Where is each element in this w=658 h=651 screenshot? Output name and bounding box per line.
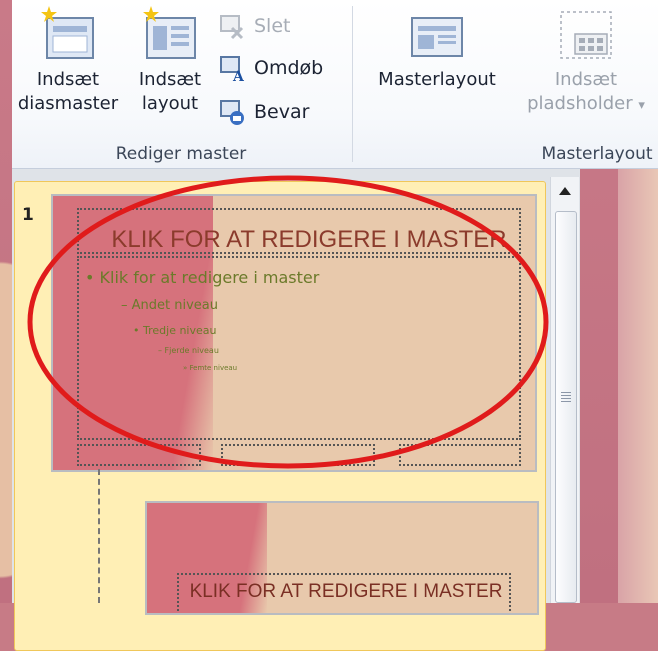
master-layout-icon [408, 4, 466, 64]
rename-button[interactable]: A Omdøb [218, 50, 323, 86]
ribbon: Indsæt diasmaster Indsæt layout Slet A O… [12, 0, 658, 169]
insert-layout-label-1: Indsæt [138, 69, 202, 90]
delete-label: Slet [254, 15, 291, 37]
grip-icon [561, 392, 571, 402]
insert-slide-master-button[interactable]: Indsæt diasmaster [14, 4, 122, 116]
delete-button[interactable]: Slet [218, 8, 290, 44]
dropdown-arrow-icon: ▾ [638, 98, 645, 113]
delete-icon [218, 12, 246, 40]
insert-layout-icon [141, 4, 199, 64]
group-separator [352, 6, 353, 162]
preserve-label: Bevar [254, 101, 310, 123]
insert-layout-label-2: layout [141, 93, 199, 114]
annotation-ellipse [27, 175, 549, 469]
insert-slide-master-icon [39, 4, 97, 64]
svg-text:A: A [232, 69, 245, 82]
slide-2-preview[interactable]: KLIK FOR AT REDIGERE I MASTER [145, 501, 539, 615]
group-label-rediger-master: Rediger master [115, 144, 247, 164]
scroll-up-icon[interactable] [555, 181, 575, 201]
master-layout-label: Masterlayout [378, 69, 496, 90]
insert-placeholder-label-2: pladsholder ▾ [527, 93, 645, 114]
group-label-masterlayout: Masterlayout [541, 144, 653, 164]
layout-connector-line [98, 469, 101, 603]
rename-label: Omdøb [254, 57, 324, 79]
slide-title: KLIK FOR AT REDIGERE I MASTER [189, 581, 503, 602]
scrollbar-thumb[interactable] [555, 211, 577, 603]
insert-slide-master-label-1: Indsæt [36, 69, 100, 90]
master-layout-button[interactable]: Masterlayout [362, 4, 512, 92]
preserve-icon [218, 98, 246, 126]
insert-placeholder-icon [557, 4, 615, 64]
insert-placeholder-button[interactable]: Indsæt pladsholder ▾ [516, 4, 656, 118]
group-rediger-master: Indsæt diasmaster Indsæt layout Slet A O… [12, 0, 350, 168]
small-buttons-column: Slet A Omdøb Bevar [218, 6, 348, 126]
insert-placeholder-label-1: Indsæt [554, 69, 618, 90]
insert-slide-master-label-2: diasmaster [17, 93, 119, 114]
insert-layout-button[interactable]: Indsæt layout [130, 4, 210, 116]
preserve-button[interactable]: Bevar [218, 94, 309, 130]
rename-icon: A [218, 54, 246, 85]
group-masterlayout: Masterlayout Indsæt pladsholder ▾ Master… [356, 0, 658, 168]
vertical-scrollbar[interactable] [550, 177, 579, 603]
